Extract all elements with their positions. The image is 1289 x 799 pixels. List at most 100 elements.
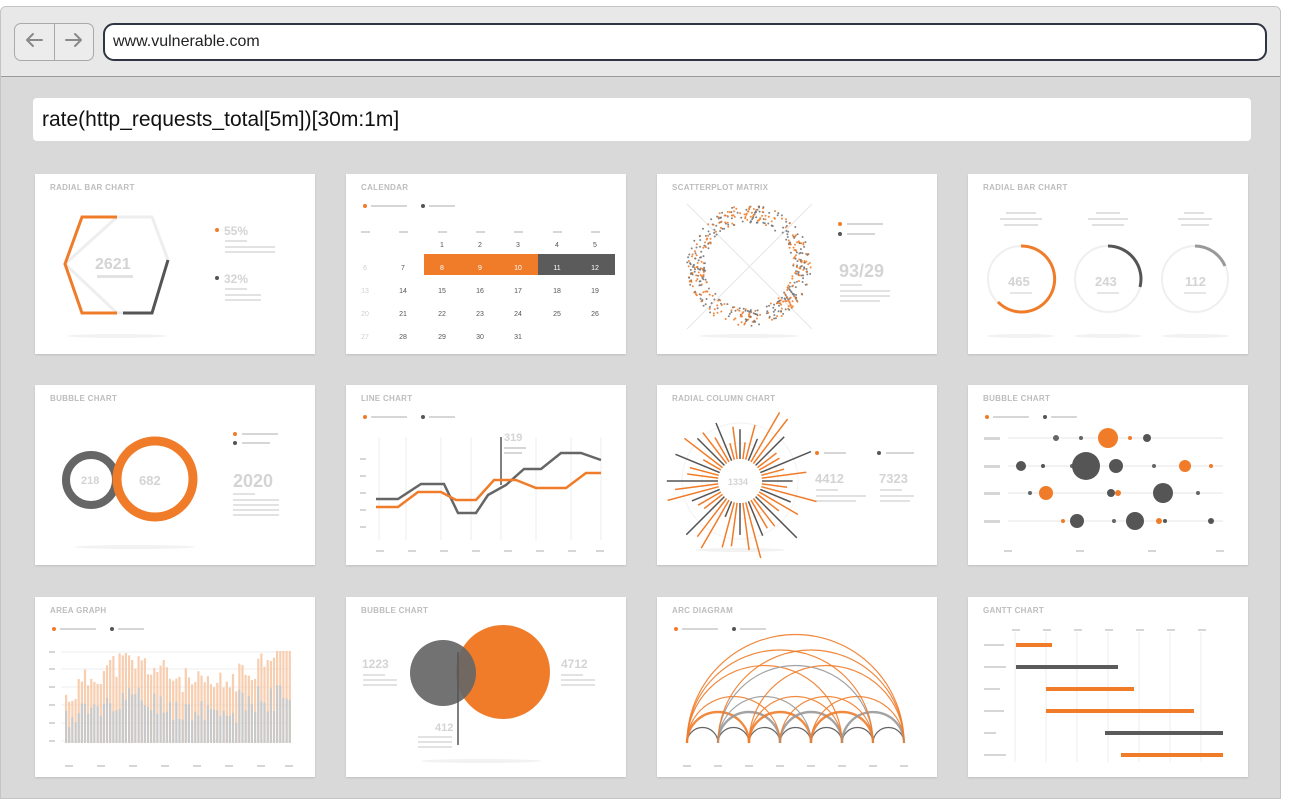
scatter-point [744,318,747,321]
scatter-point [693,239,696,242]
radial-center-value: 1334 [728,477,748,487]
calendar-day: 27 [361,334,369,341]
radial-spoke [761,485,817,503]
area-bar [191,720,194,743]
address-bar[interactable]: www.vulnerable.com [103,23,1267,61]
back-button[interactable] [15,24,54,60]
calendar-day: 21 [399,311,407,318]
card-scatterplot-matrix[interactable]: SCATTERPLOT MATRIX 93/29 [657,174,937,354]
calendar-day: 7 [401,265,405,272]
area-bar [156,713,159,743]
area-bar [244,710,247,743]
scatter-point [789,251,792,254]
radial-bar-chart-graphic: 2621 55% 32% [62,215,275,338]
scatter-point [696,261,699,264]
scatter-point [791,275,794,278]
scatter-point [776,214,779,217]
scatter-point [699,245,701,248]
scatter-point [704,234,707,237]
area-bar [93,704,96,743]
card-radial-bar-chart-2[interactable]: RADIAL BAR CHART 465 243 112 [968,174,1248,354]
scatter-point [802,243,805,246]
scatter-point [767,215,770,218]
scatter-point [702,271,705,273]
scatter-point [773,314,776,317]
scatter-point [761,210,764,213]
scatter-point [739,212,742,215]
scatter-point [774,229,777,232]
scatter-point [771,225,774,227]
bubble-chart-2-graphic [984,415,1224,552]
scatter-point [780,307,783,310]
area-bar [276,685,279,743]
calendar-day: 25 [553,311,561,318]
area-bar [77,713,80,743]
calendar-day: 9 [478,265,482,272]
card-calendar[interactable]: CALENDAR 1 2 3 4 5 6 7 8 9 10 11 12 13 14 15 16 17 18 19 20… [346,174,626,354]
scatter-point [772,310,775,313]
area-bar [165,711,168,743]
scatter-point [726,303,729,306]
calendar-weekday [514,231,523,233]
calendar-day: 4 [555,242,559,249]
scatter-point [695,274,698,277]
scatter-point [702,246,705,249]
arc-link [810,726,843,744]
card-bubble-chart-2[interactable]: BUBBLE CHART [968,385,1248,565]
scatter-point [702,227,704,230]
scatter-point [791,300,794,303]
card-radial-bar-chart[interactable]: RADIAL BAR CHART 2621 55% 32% [35,174,315,354]
calendar-day: 10 [514,265,522,272]
area-bar [228,716,231,743]
radial-spoke [683,437,723,469]
scatter-point [801,281,804,283]
card-radial-column-chart[interactable]: RADIAL COLUMN CHART 1334 4412 7323 [657,385,937,565]
scatter-point [752,208,755,210]
scatter-point [797,240,800,243]
calendar-day: 12 [591,265,599,272]
arc-link [779,726,812,744]
card-bubble-chart[interactable]: BUBBLE CHART 218 682 2020 [35,385,315,565]
scatter-point [799,248,802,251]
card-gantt-chart[interactable]: GANTT CHART [968,597,1248,777]
scatter-point [740,321,743,324]
forward-button[interactable] [53,24,94,60]
scatter-point [758,205,761,208]
card-bubble-chart-3[interactable]: BUBBLE CHART 1223 4712 412 [346,597,626,777]
scatter-point [724,318,727,320]
scatter-point [749,220,752,223]
area-bar [200,701,203,743]
scatter-point [713,298,716,301]
scatter-point [719,226,722,229]
card-arc-diagram[interactable]: ARC DIAGRAM [657,597,937,777]
scatter-point [755,313,758,316]
scatter-point [802,277,805,280]
calendar-day: 23 [476,311,484,318]
scatter-point [789,296,792,299]
area-bar [71,717,74,743]
scatter-point [688,253,691,256]
scatter-point [690,247,693,250]
scatter-point [752,213,755,216]
bubble3-value-1: 1223 [362,657,389,671]
area-bar [263,702,266,743]
scatter-point [699,239,702,241]
scatter-point [691,265,694,268]
area-bar [131,694,134,743]
arc-link [717,695,812,744]
scatter-point [768,304,771,307]
card-area-graph[interactable]: AREA GRAPH [35,597,315,777]
pct-1: 55% [224,224,248,238]
scatter-point [773,303,776,306]
scatter-point [759,313,762,316]
scatter-point [789,241,791,244]
scatter-point [789,243,792,246]
card-line-chart[interactable]: LINE CHART 319 [346,385,626,565]
arc-link [748,695,843,744]
scatter-point [784,226,787,229]
scatter-point [789,281,792,284]
area-bar [184,704,187,743]
query-input[interactable]: rate(http_requests_total[5m])[30m:1m] [33,98,1251,141]
area-bar [203,719,206,743]
area-bar [266,711,269,743]
